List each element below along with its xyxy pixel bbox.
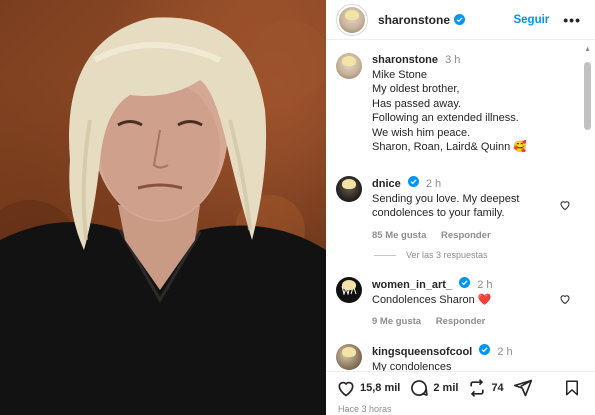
comment-meta: 85 Me gusta Responder — [372, 229, 519, 244]
comment-body: kingsqueensofcool 2 h My condolences — [372, 344, 513, 371]
portrait-illustration — [0, 17, 326, 415]
scrollbar-thumb[interactable] — [584, 62, 591, 130]
heart-icon[interactable] — [336, 378, 356, 398]
actions-bar: 15,8 mil 2 mil 74 Hace 3 horas — [326, 371, 595, 415]
comments-scroll[interactable]: sharonstone 3 h Mike Stone My oldest bro… — [326, 41, 595, 371]
comment-meta: 9 Me gusta Responder — [372, 315, 493, 330]
action-buttons: 15,8 mil 2 mil 74 — [336, 378, 546, 398]
post-detail-panel: sharonstone Seguir ••• sharonstone 3 h M… — [326, 0, 595, 415]
caption-line: Has passed away. — [372, 97, 462, 110]
verified-badge-icon — [407, 176, 419, 187]
comment-time[interactable]: 2 h — [477, 279, 492, 291]
share-action[interactable] — [513, 378, 537, 398]
comment-action[interactable]: 2 mil — [409, 378, 458, 398]
comment-time[interactable]: 2 h — [497, 346, 512, 358]
post-author[interactable]: sharonstone — [378, 13, 466, 27]
verified-badge-icon — [459, 277, 471, 288]
caption-line: Sharon, Roan, Laird& Quinn 🥰 — [372, 141, 527, 153]
author-username[interactable]: sharonstone — [378, 13, 450, 27]
avatar[interactable] — [336, 53, 362, 79]
comment-text: Sending you love. My deepest — [372, 192, 520, 205]
like-comment-icon[interactable] — [559, 293, 571, 305]
comment-text: Condolences Sharon ❤️ — [372, 293, 492, 306]
brand-logo-icon — [341, 285, 357, 295]
comment-item: dnice 2 h Sending you love. My deepest c… — [336, 176, 519, 243]
verified-badge-icon — [479, 344, 491, 355]
comment-item: kingsqueensofcool 2 h My condolences — [336, 344, 513, 371]
post-timestamp: Hace 3 horas — [338, 404, 392, 414]
view-replies-button[interactable]: Ver las 3 respuestas — [374, 250, 488, 260]
like-comment-icon[interactable] — [559, 199, 571, 211]
comment-text: condolences to your family. — [372, 207, 505, 219]
repost-icon[interactable] — [467, 378, 487, 398]
avatar[interactable] — [336, 176, 362, 202]
comments-count[interactable]: 2 mil — [433, 382, 458, 394]
profile-avatar-ring[interactable] — [336, 3, 368, 36]
follow-button[interactable]: Seguir — [513, 14, 549, 26]
caption-time[interactable]: 3 h — [445, 54, 460, 66]
comment-text: My condolences — [372, 360, 452, 372]
caption: sharonstone 3 h Mike Stone My oldest bro… — [336, 53, 527, 155]
caption-line: Following an extended illness. — [372, 112, 519, 124]
caption-line: Mike Stone — [372, 68, 428, 81]
reposts-count[interactable]: 74 — [491, 382, 503, 394]
bookmark-icon[interactable] — [563, 378, 581, 398]
avatar[interactable] — [339, 6, 365, 33]
comment-item: women_in_art_ 2 h Condolences Sharon ❤️ … — [336, 277, 493, 330]
comment-author[interactable]: women_in_art_ — [372, 279, 452, 291]
caption-line: We wish him peace. — [372, 126, 471, 139]
comment-time[interactable]: 2 h — [426, 178, 441, 190]
view-replies-label[interactable]: Ver las 3 respuestas — [406, 250, 488, 260]
comment-author[interactable]: dnice — [372, 178, 401, 190]
like-action[interactable]: 15,8 mil — [336, 378, 400, 398]
likes-count[interactable]: 15,8 mil — [360, 382, 400, 394]
comment-likes[interactable]: 9 Me gusta — [372, 316, 421, 327]
post-header: sharonstone Seguir ••• — [326, 0, 595, 40]
comment-icon[interactable] — [409, 378, 429, 398]
avatar[interactable] — [336, 344, 362, 370]
comment-body: dnice 2 h Sending you love. My deepest c… — [372, 176, 519, 243]
post-photo[interactable] — [0, 0, 326, 415]
verified-badge-icon — [454, 14, 466, 25]
scroll-up-arrow-icon[interactable]: ▲ — [584, 46, 591, 53]
comment-likes[interactable]: 85 Me gusta — [372, 230, 426, 241]
caption-author[interactable]: sharonstone — [372, 54, 438, 66]
caption-line: My oldest brother, — [372, 83, 460, 95]
caption-body: sharonstone 3 h Mike Stone My oldest bro… — [372, 53, 527, 155]
avatar[interactable] — [336, 277, 362, 303]
comment-body: women_in_art_ 2 h Condolences Sharon ❤️ … — [372, 277, 493, 330]
comment-author[interactable]: kingsqueensofcool — [372, 346, 472, 358]
send-icon[interactable] — [513, 378, 533, 398]
reply-button[interactable]: Responder — [441, 230, 491, 241]
reply-button[interactable]: Responder — [436, 316, 486, 327]
more-options-icon[interactable]: ••• — [563, 12, 581, 28]
repost-action[interactable]: 74 — [467, 378, 504, 398]
